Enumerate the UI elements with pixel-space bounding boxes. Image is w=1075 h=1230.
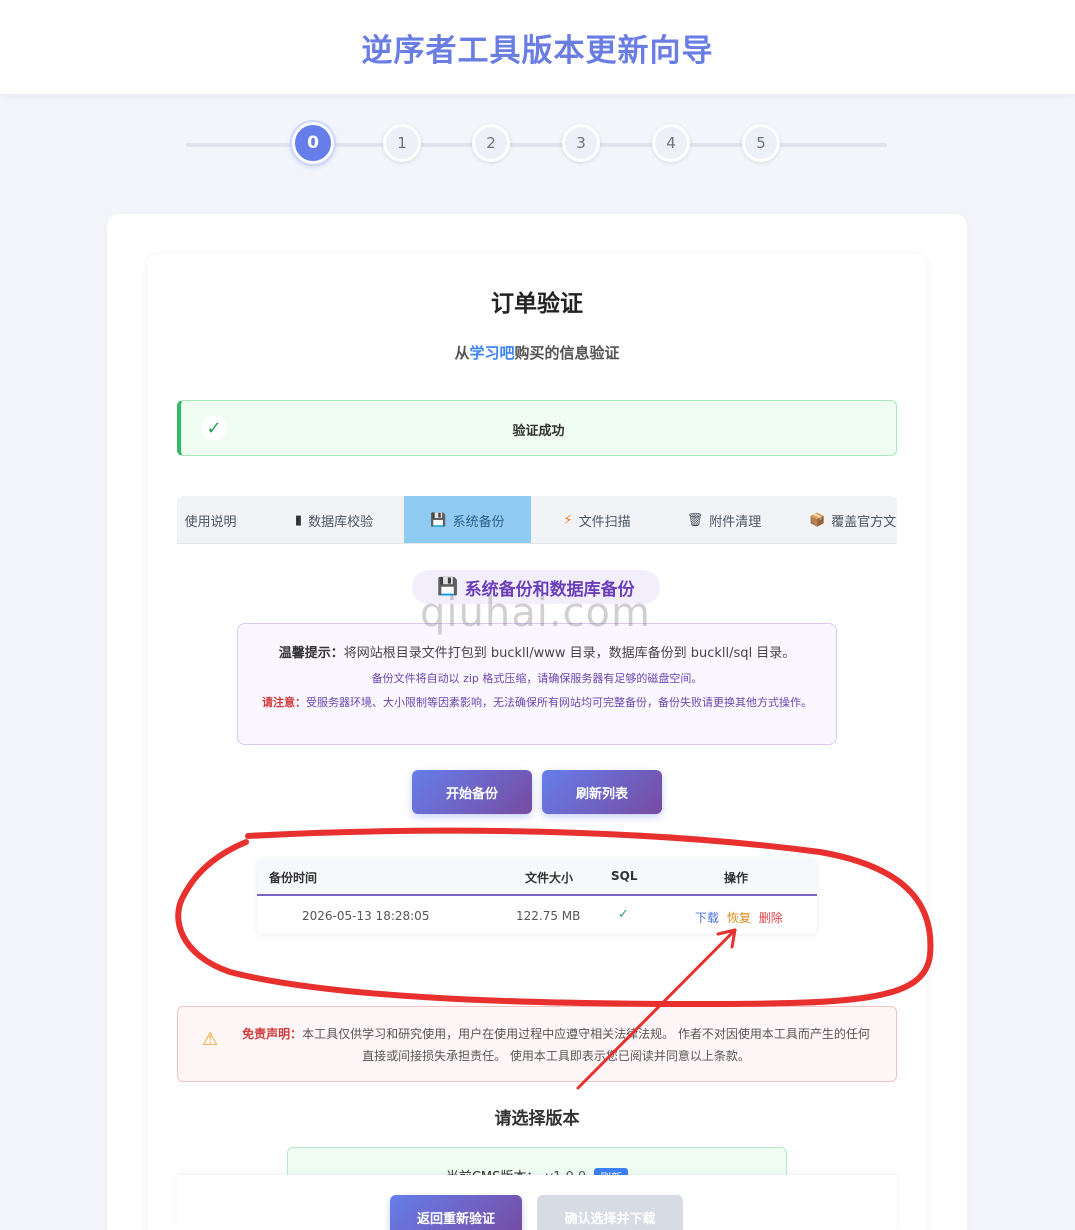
step-3[interactable]: 3 — [562, 124, 600, 162]
restore-link[interactable]: 恢复 — [727, 911, 751, 925]
page-title: 订单验证 — [491, 291, 583, 317]
success-text: 验证成功 — [512, 424, 565, 439]
step-4[interactable]: 4 — [652, 124, 690, 162]
confirm-download-button: 确认选择并下载 — [537, 1195, 683, 1230]
tab-usage[interactable]: 使用说明 — [177, 496, 244, 543]
step-1[interactable]: 1 — [383, 124, 421, 162]
zip-note: 备份文件将自动以 zip 格式压缩，请确保服务器有足够的磁盘空间。 — [371, 672, 703, 685]
delete-link[interactable]: 删除 — [759, 911, 783, 925]
row-actions: 下载 恢复 删除 — [695, 909, 787, 926]
row-time: 2026-05-13 18:28:05 — [302, 909, 430, 923]
start-backup-button[interactable]: 开始备份 — [412, 770, 532, 814]
refresh-list-button[interactable]: 刷新列表 — [542, 770, 662, 814]
warn-text: 受服务器环境、大小限制等因素影响，无法确保所有网站均可完整备份，备份失败请更换其… — [306, 696, 812, 709]
tab-db-check[interactable]: ▮ 数据库校验 — [277, 496, 391, 543]
page-subtitle: 从学习吧购买的信息验证 — [147, 342, 927, 363]
tab-label: 文件扫描 — [578, 514, 631, 530]
tool-tabs: 使用说明 ▮ 数据库校验 💾 系统备份 ⚡ 文件扫描 🗑 附件清理 📦 覆盖官方… — [177, 496, 897, 544]
step-5[interactable]: 5 — [742, 124, 780, 162]
tab-override-official[interactable]: 📦 覆盖官方文 — [809, 496, 897, 543]
tab-label: 系统备份 — [452, 514, 505, 530]
step-indicator: 0 1 2 3 4 5 — [186, 122, 887, 166]
warn-label: 请注意： — [262, 696, 306, 709]
subtitle-suffix: 购买的信息验证 — [514, 344, 620, 362]
backup-table: 备份时间 文件大小 SQL 操作 2026-05-13 18:28:05 122… — [257, 858, 817, 934]
download-link[interactable]: 下载 — [695, 911, 719, 925]
sql-check-icon: ✓ — [618, 907, 629, 922]
tab-label: 使用说明 — [184, 514, 237, 530]
app-header: 逆序者工具版本更新向导 — [0, 0, 1075, 94]
trash-icon: 🗑 — [686, 512, 704, 528]
subtitle-prefix: 从 — [454, 344, 470, 362]
lightning-icon: ⚡ — [563, 512, 573, 528]
backup-notice: 温馨提示：将网站根目录文件打包到 buckll/www 目录，数据库备份到 bu… — [237, 623, 837, 745]
header-ops: 操作 — [724, 871, 749, 885]
header-time: 备份时间 — [269, 871, 318, 885]
tab-label: 数据库校验 — [308, 514, 374, 530]
package-icon: 📦 — [809, 512, 826, 528]
database-icon: ▮ — [294, 512, 303, 528]
tip-text: 将网站根目录文件打包到 buckll/www 目录，数据库备份到 buckll/… — [343, 646, 796, 661]
floppy-icon: 💾 — [430, 512, 447, 528]
tip-line: 温馨提示：将网站根目录文件打包到 buckll/www 目录，数据库备份到 bu… — [238, 642, 836, 661]
back-reverify-button[interactable]: 返回重新验证 — [390, 1195, 522, 1230]
step-2[interactable]: 2 — [472, 124, 510, 162]
disclaimer-body: 本工具仅供学习和研究使用，用户在使用过程中应遵守相关法律法规。 作者不对因使用本… — [302, 1027, 870, 1063]
subtitle-highlight: 学习吧 — [469, 344, 515, 362]
step-0[interactable]: 0 — [292, 122, 334, 164]
disclaimer-label: 免责声明： — [242, 1027, 303, 1041]
warning-icon: ⚠ — [202, 1029, 219, 1050]
success-alert: ✓ 验证成功 — [177, 400, 897, 456]
header-size: 文件大小 — [525, 871, 574, 885]
watermark: qiuhai.com — [420, 590, 651, 636]
tab-attachment-cleanup[interactable]: 🗑 附件清理 — [674, 496, 774, 543]
header-sql: SQL — [611, 869, 638, 883]
tip-label: 温馨提示： — [278, 646, 344, 661]
disclaimer-text: 免责声明：本工具仅供学习和研究使用，用户在使用过程中应遵守相关法律法规。 作者不… — [240, 1023, 872, 1067]
tab-system-backup[interactable]: 💾 系统备份 — [404, 496, 531, 543]
tab-label: 附件清理 — [709, 514, 762, 530]
version-heading: 请选择版本 — [494, 1109, 580, 1129]
page-header-title: 逆序者工具版本更新向导 — [361, 32, 714, 69]
tab-file-scan[interactable]: ⚡ 文件扫描 — [547, 496, 647, 543]
row-size: 122.75 MB — [516, 909, 581, 923]
warn-line: 请注意：受服务器环境、大小限制等因素影响，无法确保所有网站均可完整备份，备份失败… — [252, 693, 822, 712]
disclaimer-box: ⚠ 免责声明：本工具仅供学习和研究使用，用户在使用过程中应遵守相关法律法规。 作… — [177, 1006, 897, 1082]
tab-label: 覆盖官方文 — [831, 514, 897, 530]
